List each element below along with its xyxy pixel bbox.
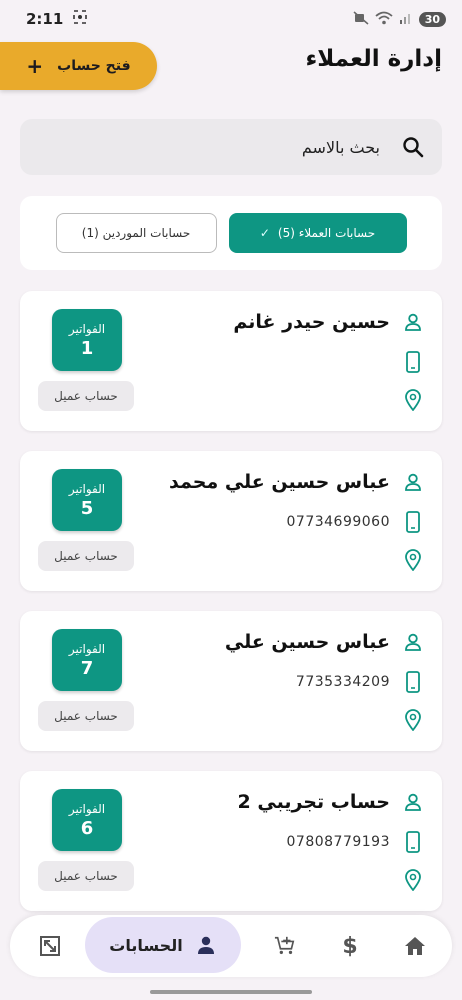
customer-card[interactable]: حسين حيدر غانم الفواتير 1 حساب عميل: [20, 291, 442, 431]
screenshot-icon: [73, 10, 88, 28]
account-type-chip: حساب عميل: [38, 541, 134, 571]
account-type-chip: حساب عميل: [38, 861, 134, 891]
account-type-chip: حساب عميل: [38, 381, 134, 411]
filter-chip-suppliers-label: حسابات الموردين (1): [81, 226, 191, 240]
open-account-label: فتح حساب: [57, 58, 131, 74]
customer-name: حسين حيدر غانم: [233, 311, 390, 333]
status-bar: 2:11 30: [0, 0, 462, 38]
person-icon: [402, 311, 424, 333]
search-icon: [402, 136, 424, 158]
nav-item-accounts[interactable]: الحسابات: [85, 917, 241, 973]
page-title: إدارة العملاء: [305, 46, 442, 72]
search-input[interactable]: بحث بالاسم: [20, 119, 442, 175]
filter-chip-suppliers[interactable]: حسابات الموردين (1): [55, 213, 217, 253]
filter-bar: حسابات الموردين (1) حسابات العملاء (5) ✓: [20, 196, 442, 270]
invoices-count: 6: [80, 817, 94, 839]
person-icon: [195, 934, 217, 956]
phone-icon: [402, 351, 424, 373]
invoices-count: 1: [80, 337, 94, 359]
nav-accounts-label: الحسابات: [109, 935, 183, 955]
nav-item-home[interactable]: [385, 915, 445, 977]
phone-icon: [402, 831, 424, 853]
customer-card[interactable]: عباس حسين علي 7735334209 الفواتير 7 حساب…: [20, 611, 442, 751]
filter-chip-customers[interactable]: حسابات العملاء (5) ✓: [228, 213, 407, 253]
customer-name: عباس حسين علي: [224, 631, 390, 653]
customer-name: عباس حسين علي محمد: [169, 471, 390, 493]
customer-card[interactable]: عباس حسين علي محمد 07734699060 الفواتير …: [20, 451, 442, 591]
customer-phone: 07808779193: [286, 834, 390, 850]
location-icon: [402, 389, 424, 411]
nav-item-finance[interactable]: $: [320, 915, 380, 977]
phone-icon: [402, 511, 424, 533]
location-icon: [402, 709, 424, 731]
filter-chip-customers-label: حسابات العملاء (5): [277, 226, 376, 240]
mute-icon: [353, 10, 369, 28]
home-icon: [404, 935, 426, 957]
person-icon: [402, 471, 424, 493]
invoices-badge[interactable]: الفواتير 6: [52, 789, 122, 851]
nav-item-expand[interactable]: [20, 915, 80, 977]
location-icon: [402, 549, 424, 571]
battery-indicator: 30: [418, 11, 446, 27]
status-time: 2:11: [26, 10, 64, 28]
account-type-chip: حساب عميل: [38, 701, 134, 731]
customer-name: حساب تجريبي 2: [237, 791, 390, 813]
signal-icon: [399, 11, 413, 28]
wifi-icon: [375, 11, 393, 28]
invoices-count: 5: [80, 497, 94, 519]
app-header: فتح حساب + إدارة العملاء: [0, 40, 462, 92]
plus-icon: +: [26, 54, 44, 78]
invoices-badge[interactable]: الفواتير 5: [52, 469, 122, 531]
customer-phone: 7735334209: [295, 674, 390, 690]
invoices-label: الفواتير: [68, 481, 106, 496]
location-icon: [402, 869, 424, 891]
dollar-icon: $: [342, 933, 358, 959]
check-icon: ✓: [259, 226, 270, 240]
open-account-button[interactable]: فتح حساب +: [0, 42, 157, 90]
invoices-label: الفواتير: [68, 321, 106, 336]
search-placeholder: بحث بالاسم: [301, 137, 380, 157]
invoices-badge[interactable]: الفواتير 1: [52, 309, 122, 371]
home-indicator[interactable]: [150, 990, 312, 994]
invoices-count: 7: [80, 657, 94, 679]
customer-card[interactable]: حساب تجريبي 2 07808779193 الفواتير 6 حسا…: [20, 771, 442, 911]
expand-icon: [39, 935, 61, 957]
person-icon: [402, 631, 424, 653]
add-cart-icon: [274, 935, 296, 957]
phone-icon: [402, 671, 424, 693]
nav-item-cart[interactable]: [255, 915, 315, 977]
customer-phone: 07734699060: [286, 514, 390, 530]
bottom-nav: الحسابات $: [10, 915, 452, 977]
invoices-label: الفواتير: [68, 641, 106, 656]
person-icon: [402, 791, 424, 813]
invoices-label: الفواتير: [68, 801, 106, 816]
invoices-badge[interactable]: الفواتير 7: [52, 629, 122, 691]
